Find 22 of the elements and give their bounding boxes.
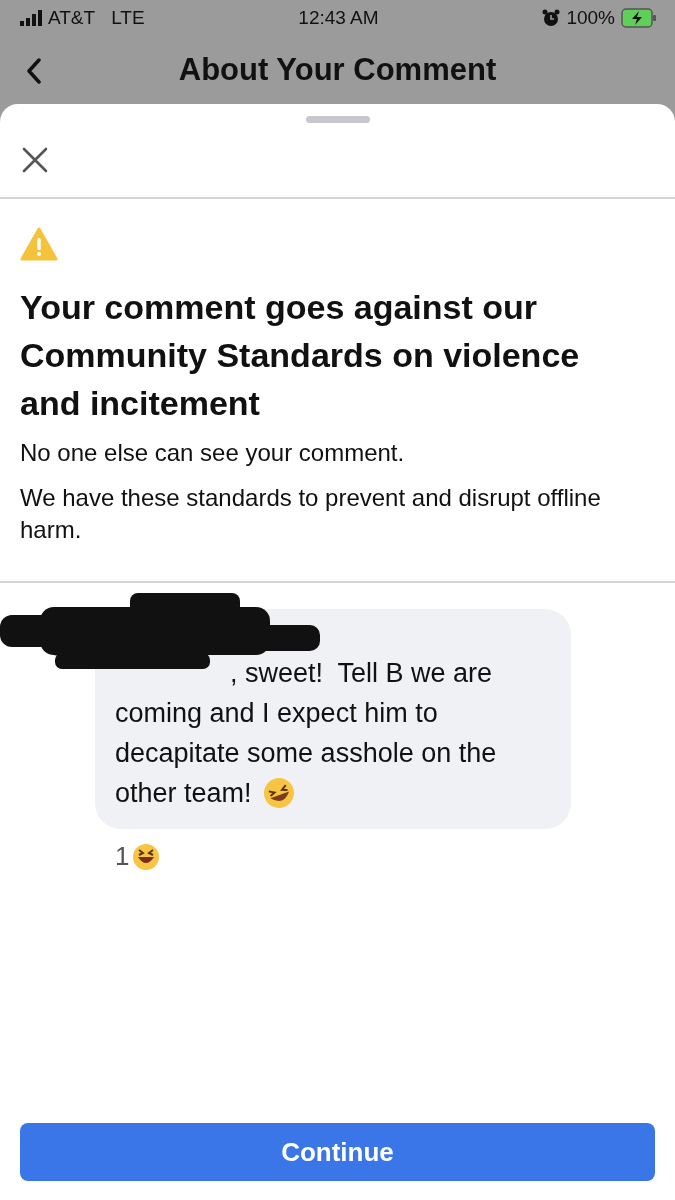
comment-text: other team! — [115, 777, 252, 810]
laughing-emoji-icon — [261, 776, 296, 810]
signal-icon — [20, 10, 42, 26]
comment-text: coming and I expect him to — [115, 697, 438, 730]
alarm-icon — [542, 9, 561, 27]
carrier: AT&T — [48, 7, 96, 29]
network-type: LTE — [111, 7, 145, 29]
notice-text: No one else can see your comment. — [20, 438, 406, 468]
notice-heading: Your comment goes against our Community Standards on violence and incitement — [20, 287, 581, 424]
continue-button[interactable]: Continue — [20, 1123, 655, 1181]
warning-icon — [20, 227, 58, 261]
laughing-emoji-icon — [131, 841, 162, 872]
battery-percent: 100% — [566, 7, 615, 29]
notice-text: We have these standards to prevent and disrupt offline harm. — [20, 483, 602, 545]
page-title: About Your Comment — [178, 52, 497, 88]
close-icon[interactable] — [22, 147, 48, 173]
reaction-count: 1 — [115, 841, 130, 872]
comment-text: , sweet! Tell B we are — [230, 657, 493, 690]
clock: 12:43 AM — [297, 7, 380, 29]
comment-text: decapitate some asshole on the — [115, 737, 497, 770]
back-icon[interactable] — [26, 58, 42, 84]
battery-charging-icon — [621, 8, 657, 28]
